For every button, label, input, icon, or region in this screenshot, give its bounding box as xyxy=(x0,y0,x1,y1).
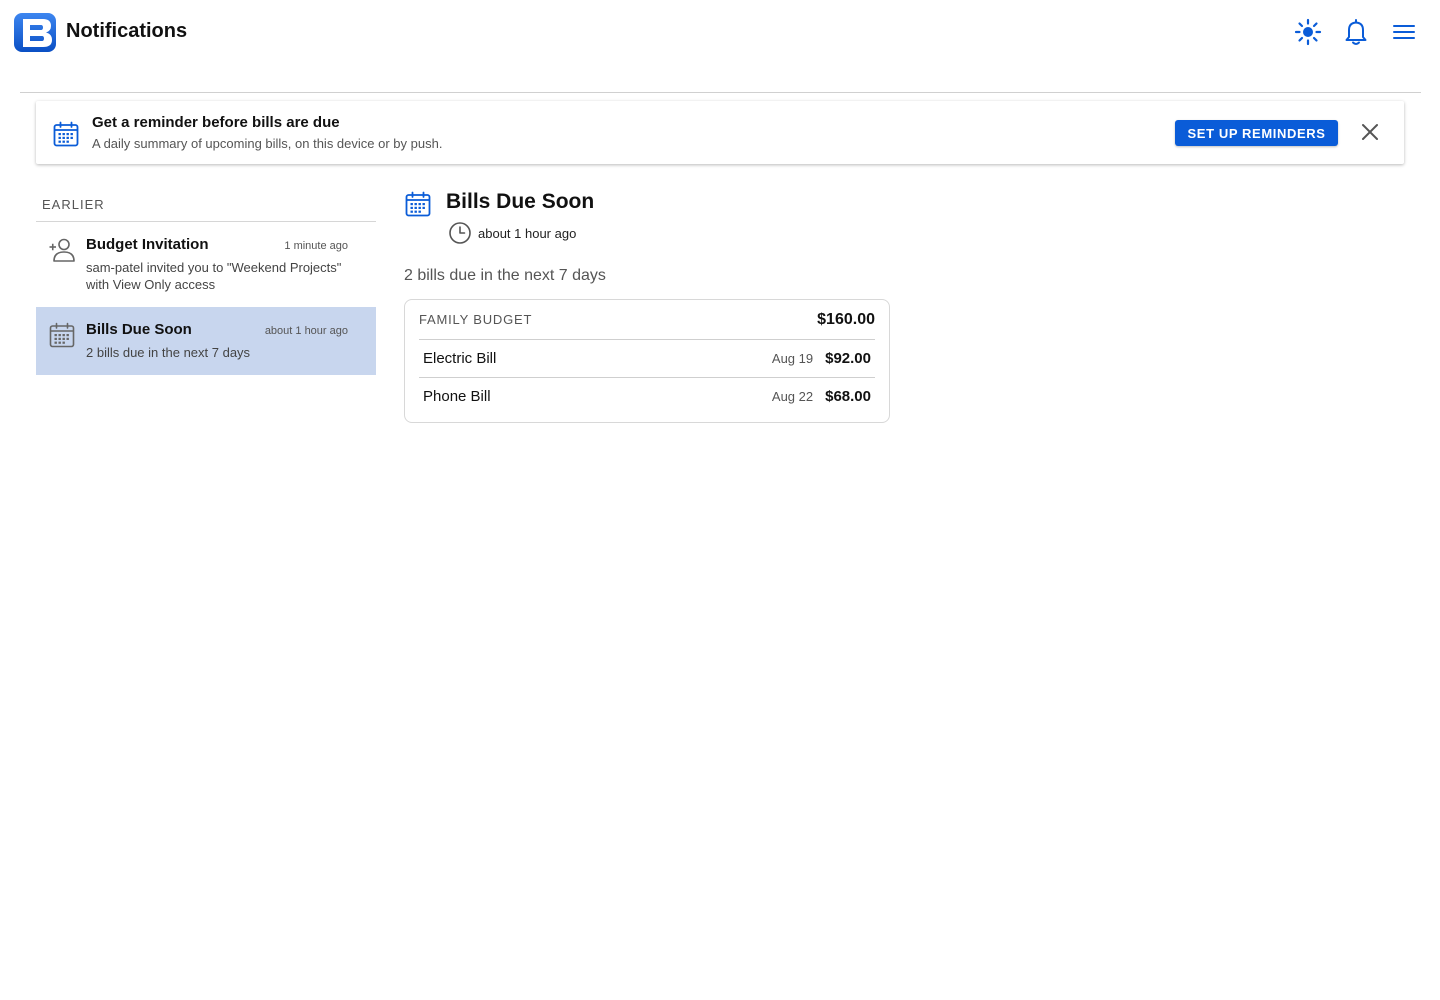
list-section-heading: EARLIER xyxy=(36,186,376,222)
app-logo[interactable] xyxy=(14,13,56,52)
list-item-body: sam-patel invited you to "Weekend Projec… xyxy=(86,260,342,292)
bill-amount: $92.00 xyxy=(825,350,871,367)
notifications-button[interactable] xyxy=(1340,16,1372,48)
list-item[interactable]: Bills Due Soon about 1 hour ago 2 bills … xyxy=(36,307,376,375)
close-icon xyxy=(1362,124,1378,140)
add-person-icon xyxy=(49,238,75,262)
calendar-icon xyxy=(49,322,75,348)
budget-total: $160.00 xyxy=(817,310,875,328)
bill-row[interactable]: Phone Bill Aug 22 $68.00 xyxy=(419,377,875,414)
main-menu-button[interactable] xyxy=(1388,16,1420,48)
list-item-time: about 1 hour ago xyxy=(264,325,348,337)
theme-toggle-button[interactable] xyxy=(1292,16,1324,48)
detail-summary: 2 bills due in the next 7 days xyxy=(404,267,606,284)
bill-name: Electric Bill xyxy=(423,350,497,367)
dismiss-banner-button[interactable] xyxy=(1358,120,1382,144)
calendar-icon xyxy=(405,191,431,217)
detail-timestamp: about 1 hour ago xyxy=(478,226,577,241)
hamburger-menu-icon xyxy=(1393,25,1415,39)
sun-icon xyxy=(1294,18,1322,46)
page-title: Notifications xyxy=(66,20,188,42)
list-item-title: Bills Due Soon xyxy=(86,321,192,338)
banner-title: Get a reminder before bills are due xyxy=(92,114,340,131)
app-header: Notifications xyxy=(0,0,1440,64)
bill-amount: $68.00 xyxy=(825,387,871,405)
list-item-body: 2 bills due in the next 7 days xyxy=(86,345,251,360)
list-item[interactable]: Budget Invitation 1 minute ago sam-patel… xyxy=(36,222,376,307)
bill-due-date: Aug 22 xyxy=(771,388,814,404)
detail-title: Bills Due Soon xyxy=(446,190,595,213)
bill-row[interactable]: Electric Bill Aug 19 $92.00 xyxy=(419,340,875,377)
bills-card: FAMILY BUDGET $160.00 Electric Bill Aug … xyxy=(404,299,890,423)
banner-subtitle: A daily summary of upcoming bills, on th… xyxy=(92,136,443,151)
bill-name: Phone Bill xyxy=(423,387,491,405)
reminder-banner: Get a reminder before bills are due A da… xyxy=(36,101,1404,164)
list-item-time: 1 minute ago xyxy=(284,240,348,252)
bell-icon xyxy=(1345,19,1367,45)
clock-icon xyxy=(449,222,471,244)
set-up-reminders-button[interactable]: SET UP REMINDERS xyxy=(1175,120,1338,146)
notification-list: EARLIER Budget Invitation 1 minute ago s… xyxy=(36,186,376,375)
bill-due-date: Aug 19 xyxy=(771,351,814,366)
bills-card-header: FAMILY BUDGET $160.00 xyxy=(419,300,875,340)
budget-name: FAMILY BUDGET xyxy=(419,312,533,327)
list-item-title: Budget Invitation xyxy=(86,236,209,253)
header-divider xyxy=(20,92,1421,93)
calendar-icon xyxy=(53,121,79,147)
